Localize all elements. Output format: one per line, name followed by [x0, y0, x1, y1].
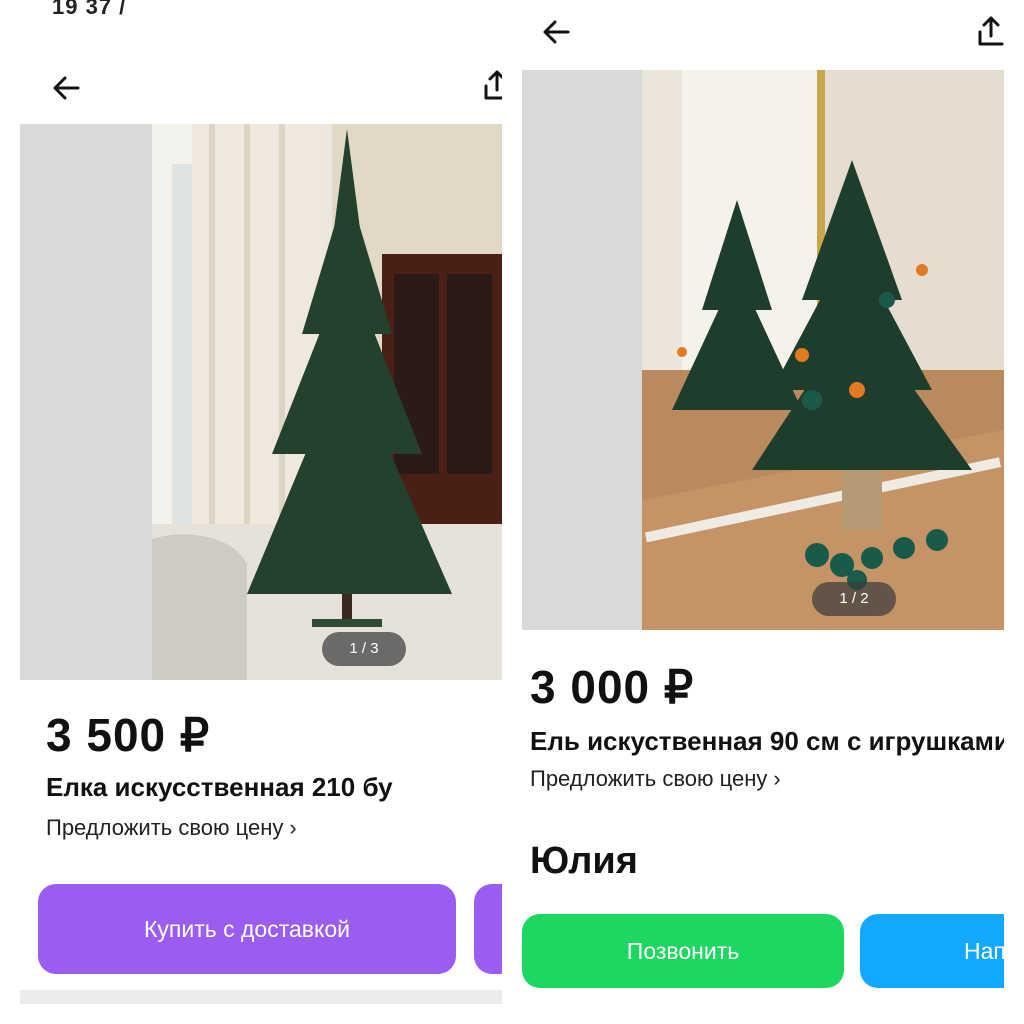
share-icon[interactable] [976, 14, 1004, 48]
listing-title: Ель искуственная 90 см с игрушками [530, 726, 1004, 756]
offer-price-link[interactable]: Предложить свою цену › [530, 766, 781, 792]
offer-price-link[interactable]: Предложить свою цену › [46, 815, 297, 841]
listing-price: 3 000 ₽ [530, 661, 695, 713]
tree-photo [152, 124, 502, 680]
status-bar-time: 19 37 / [52, 0, 127, 19]
listing-photo-gallery[interactable]: 1 / 3 [20, 124, 502, 680]
offer-price-label: Предложить свою цену [46, 815, 284, 840]
chevron-right-icon: › [773, 766, 781, 791]
tree-photo [642, 70, 1004, 630]
listing-photo-gallery[interactable]: 1 / 2 [522, 70, 1004, 630]
listing-screen-left: 19 37 / 1 / 3 3 500 ₽ Елка искусственная… [0, 0, 502, 1024]
chevron-right-icon: › [289, 815, 297, 840]
gallery-counter: 1 / 3 [322, 632, 406, 666]
back-arrow-icon[interactable] [50, 72, 82, 104]
listing-title: Елка искусственная 210 бу [46, 772, 393, 802]
listing-price: 3 500 ₽ [46, 709, 211, 761]
call-button[interactable]: Позвонить [522, 914, 844, 988]
bottom-divider [20, 990, 502, 1004]
back-arrow-icon[interactable] [540, 16, 572, 48]
gallery-counter: 1 / 2 [812, 582, 896, 616]
message-button[interactable]: Написать [860, 914, 1004, 988]
photo-placeholder [20, 124, 152, 680]
share-icon[interactable] [482, 68, 502, 102]
seller-name: Юлия [530, 840, 638, 882]
listing-screen-right: 1 / 2 3 000 ₽ Ель искуственная 90 см с и… [520, 0, 1004, 1024]
photo-placeholder [522, 70, 642, 630]
offer-price-label: Предложить свою цену [530, 766, 768, 791]
secondary-action-button[interactable] [474, 884, 502, 974]
buy-with-delivery-button[interactable]: Купить с доставкой [38, 884, 456, 974]
